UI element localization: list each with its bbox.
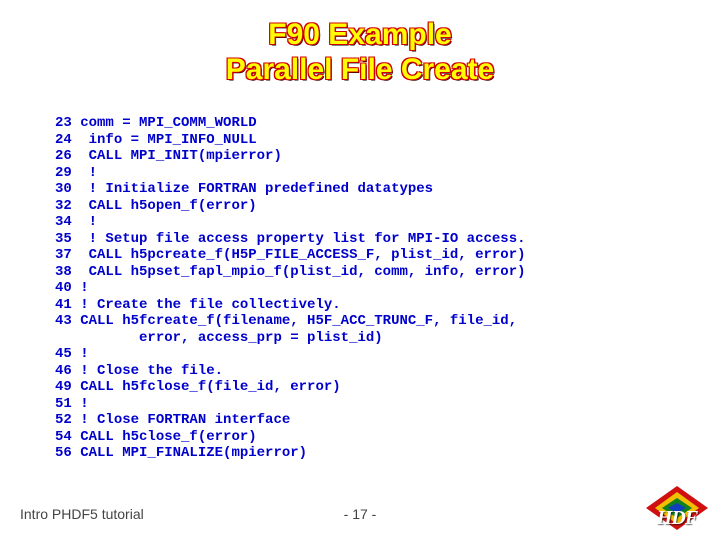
code-text: CALL h5fcreate_f(filename, H5F_ACC_TRUNC…: [80, 313, 517, 329]
code-text: ! Initialize FORTRAN predefined datatype…: [80, 181, 433, 197]
line-number: 46: [50, 363, 72, 380]
line-number: 29: [50, 165, 72, 182]
line-number: 24: [50, 132, 72, 149]
title-line-1: F90 Example: [268, 18, 451, 51]
line-number: 34: [50, 214, 72, 231]
line-number: 41: [50, 297, 72, 314]
title-line-2: Parallel File Create: [226, 53, 494, 86]
line-number: 35: [50, 231, 72, 248]
code-line: 51!: [50, 396, 670, 413]
code-text: CALL h5pcreate_f(H5P_FILE_ACCESS_F, plis…: [80, 247, 525, 263]
code-text: CALL h5fclose_f(file_id, error): [80, 379, 340, 395]
line-number: 40: [50, 280, 72, 297]
line-number: 30: [50, 181, 72, 198]
code-line: 45!: [50, 346, 670, 363]
code-text: CALL h5close_f(error): [80, 429, 256, 445]
code-line: 30 ! Initialize FORTRAN predefined datat…: [50, 181, 670, 198]
code-line: 24 info = MPI_INFO_NULL: [50, 132, 670, 149]
code-text: CALL h5open_f(error): [80, 198, 256, 214]
code-text: ! Setup file access property list for MP…: [80, 231, 525, 247]
code-line: 41 ! Create the file collectively.: [50, 297, 670, 314]
code-line: 38 CALL h5pset_fapl_mpio_f(plist_id, com…: [50, 264, 670, 281]
code-line: 54 CALL h5close_f(error): [50, 429, 670, 446]
code-text: !: [80, 280, 88, 296]
slide: F90 Example Parallel File Create 23 comm …: [0, 0, 720, 540]
code-text: comm = MPI_COMM_WORLD: [80, 115, 256, 131]
line-number: 37: [50, 247, 72, 264]
code-line: 52 ! Close FORTRAN interface: [50, 412, 670, 429]
line-number: 52: [50, 412, 72, 429]
code-line: 37 CALL h5pcreate_f(H5P_FILE_ACCESS_F, p…: [50, 247, 670, 264]
code-line: 32 CALL h5open_f(error): [50, 198, 670, 215]
slide-title: F90 Example Parallel File Create: [0, 18, 720, 87]
code-listing: 23comm = MPI_COMM_WORLD24 info = MPI_INF…: [50, 115, 670, 462]
code-line: 34 !: [50, 214, 670, 231]
code-line: 29 !: [50, 165, 670, 182]
code-line: 23 comm = MPI_COMM_WORLD: [50, 115, 670, 132]
code-text: info = MPI_INFO_NULL: [80, 132, 256, 148]
code-text: !: [80, 165, 97, 181]
code-line: 43 CALL h5fcreate_f(filename, H5F_ACC_TRU…: [50, 313, 670, 330]
hdf-logo: [646, 486, 708, 530]
code-text: ! Close FORTRAN interface: [80, 412, 290, 428]
code-line: 46 ! Close the file.: [50, 363, 670, 380]
code-text: error, access_prp = plist_id): [80, 330, 382, 346]
code-line: 40!: [50, 280, 670, 297]
code-line: 56 CALL MPI_FINALIZE(mpierror): [50, 445, 670, 462]
code-text: CALL MPI_INIT(mpierror): [80, 148, 282, 164]
line-number: 43: [50, 313, 72, 330]
code-line: error, access_prp = plist_id): [50, 330, 670, 347]
code-text: ! Close the file.: [80, 363, 223, 379]
code-text: CALL h5pset_fapl_mpio_f(plist_id, comm, …: [80, 264, 525, 280]
line-number: 45: [50, 346, 72, 363]
code-text: ! Create the file collectively.: [80, 297, 340, 313]
code-line: 26 CALL MPI_INIT(mpierror): [50, 148, 670, 165]
line-number: 49: [50, 379, 72, 396]
line-number: 23: [50, 115, 72, 132]
line-number: 51: [50, 396, 72, 413]
code-text: !: [80, 346, 88, 362]
code-text: !: [80, 214, 97, 230]
code-text: CALL MPI_FINALIZE(mpierror): [80, 445, 307, 461]
code-line: 35 ! Setup file access property list for…: [50, 231, 670, 248]
code-line: 49 CALL h5fclose_f(file_id, error): [50, 379, 670, 396]
line-number: 32: [50, 198, 72, 215]
line-number: 26: [50, 148, 72, 165]
code-text: !: [80, 396, 88, 412]
line-number: 56: [50, 445, 72, 462]
line-number: 54: [50, 429, 72, 446]
line-number: 38: [50, 264, 72, 281]
page-number: - 17 -: [0, 506, 720, 522]
